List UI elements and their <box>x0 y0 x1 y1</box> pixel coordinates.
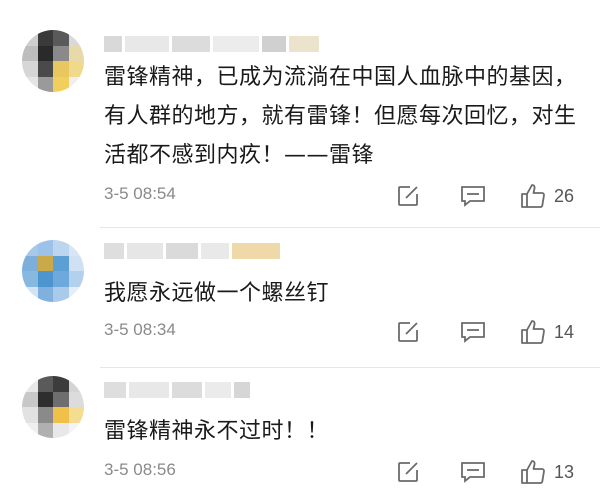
like-button[interactable]: 13 <box>520 457 574 487</box>
like-icon <box>521 184 545 208</box>
like-button[interactable]: 14 <box>520 317 574 347</box>
avatar[interactable] <box>22 376 84 438</box>
comment-meta: 3-5 08:34 14 <box>104 317 582 347</box>
comment-button[interactable] <box>460 457 486 487</box>
comment-meta: 3-5 08:56 13 <box>104 457 582 487</box>
like-count: 26 <box>554 185 575 206</box>
timestamp: 3-5 08:34 <box>104 320 176 339</box>
comment-button[interactable] <box>460 181 486 211</box>
avatar[interactable] <box>22 30 84 92</box>
like-icon <box>521 320 545 344</box>
comment-text: 雷锋精神永不过时！！ <box>104 419 330 444</box>
comment-item: 我愿永远做一个螺丝钉 3-5 08:34 14 <box>0 228 600 368</box>
like-button[interactable]: 26 <box>520 181 574 211</box>
like-count: 14 <box>554 321 575 342</box>
timestamp: 3-5 08:56 <box>104 460 176 479</box>
comment-icon <box>461 322 485 343</box>
comment-text: 雷锋精神，已成为流淌在中国人血脉中的基因，有人群的地方，就有雷锋！但愿每次回忆，… <box>104 65 577 168</box>
like-count: 13 <box>554 461 575 482</box>
share-button[interactable] <box>396 317 420 347</box>
comment-item: 雷锋精神，已成为流淌在中国人血脉中的基因，有人群的地方，就有雷锋！但愿每次回忆，… <box>0 0 600 228</box>
comment-text: 我愿永远做一个螺丝钉 <box>104 281 330 306</box>
share-icon <box>398 462 418 482</box>
username-obscured[interactable] <box>104 382 250 398</box>
comment-button[interactable] <box>460 317 486 347</box>
username-obscured[interactable] <box>104 36 319 52</box>
timestamp: 3-5 08:54 <box>104 184 176 203</box>
share-icon <box>398 322 418 342</box>
share-icon <box>398 186 418 206</box>
comment-meta: 3-5 08:54 26 <box>104 181 582 211</box>
avatar[interactable] <box>22 240 84 302</box>
comment-icon <box>461 186 485 207</box>
like-icon <box>521 460 545 484</box>
share-button[interactable] <box>396 457 420 487</box>
comment-icon <box>461 462 485 483</box>
comment-item: 雷锋精神永不过时！！ 3-5 08:56 13 <box>0 368 600 501</box>
username-obscured[interactable] <box>104 243 280 259</box>
share-button[interactable] <box>396 181 420 211</box>
